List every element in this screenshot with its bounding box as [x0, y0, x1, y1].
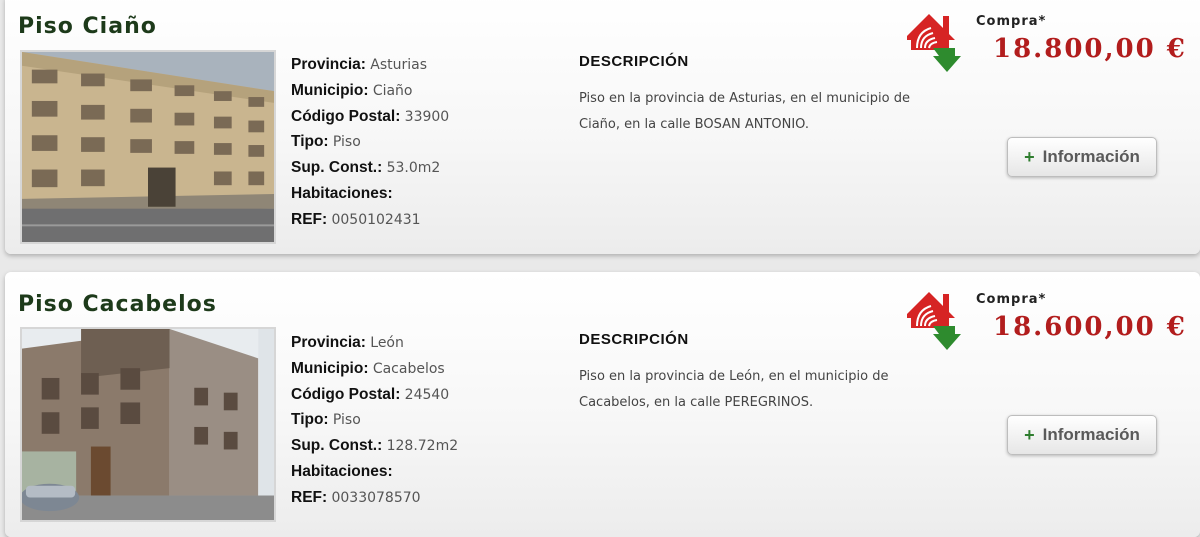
info-button-label: Información: [1042, 147, 1140, 166]
info-button-label: Información: [1042, 425, 1140, 444]
detail-sup-const: Sup. Const.: 128.72m2: [291, 433, 458, 459]
detail-codigo-postal: Código Postal: 24540: [291, 382, 458, 408]
property-title[interactable]: Piso Ciaño: [18, 14, 157, 39]
detail-municipio: Municipio: Cacabelos: [291, 356, 458, 382]
info-button[interactable]: + Información: [1007, 415, 1157, 455]
detail-label: Tipo:: [291, 133, 329, 151]
detail-label: Municipio:: [291, 81, 369, 99]
detail-codigo-postal: Código Postal: 33900: [291, 104, 449, 130]
detail-label: Provincia:: [291, 334, 366, 351]
plus-icon: +: [1024, 424, 1035, 445]
detail-label: REF:: [291, 210, 328, 228]
detail-habitaciones: Habitaciones:: [291, 459, 458, 485]
detail-value: 0033078570: [331, 489, 421, 506]
detail-label: Habitaciones:: [291, 462, 393, 480]
purchase-label: Compra*: [976, 292, 1047, 307]
property-photo[interactable]: [20, 327, 276, 522]
property-details: Provincia: León Municipio: Cacabelos Cód…: [291, 330, 458, 511]
price: 18.600,00 €: [993, 312, 1187, 342]
plus-icon: +: [1024, 146, 1035, 167]
detail-tipo: Tipo: Piso: [291, 129, 449, 155]
detail-value: Ciaño: [372, 82, 413, 99]
detail-provincia: Provincia: Asturias: [291, 52, 449, 78]
description-heading: DESCRIPCIÓN: [579, 331, 689, 348]
property-details: Provincia: Asturias Municipio: Ciaño Cód…: [291, 52, 449, 233]
detail-ref: REF: 0033078570: [291, 485, 458, 511]
detail-label: Código Postal:: [291, 385, 401, 403]
detail-value: Asturias: [370, 57, 428, 73]
property-title[interactable]: Piso Cacabelos: [18, 292, 217, 317]
detail-label: REF:: [291, 488, 328, 506]
detail-habitaciones: Habitaciones:: [291, 181, 449, 207]
house-arrows-logo-icon: [907, 292, 961, 350]
detail-label: Habitaciones:: [291, 184, 393, 202]
detail-label: Tipo:: [291, 411, 329, 429]
description-heading: DESCRIPCIÓN: [579, 53, 689, 70]
detail-label: Municipio:: [291, 359, 369, 377]
property-card: Piso Ciaño Provincia: Asturias Municipio…: [5, 0, 1200, 254]
detail-label: Sup. Const.:: [291, 437, 383, 455]
description-text: Piso en la provincia de León, en el muni…: [579, 369, 889, 410]
detail-value: Cacabelos: [372, 360, 445, 377]
building-photo-image: [22, 52, 274, 242]
detail-label: Código Postal:: [291, 107, 401, 125]
price: 18.800,00 €: [993, 34, 1187, 64]
detail-value: 128.72m2: [386, 438, 459, 455]
detail-value: 24540: [404, 386, 450, 403]
detail-tipo: Tipo: Piso: [291, 407, 458, 433]
detail-value: Piso: [332, 134, 361, 151]
detail-value: 0050102431: [331, 211, 421, 228]
description-text: Piso en la provincia de Asturias, en el …: [579, 91, 910, 132]
info-button[interactable]: + Información: [1007, 137, 1157, 177]
detail-value: Piso: [332, 412, 361, 429]
detail-value: 53.0m2: [386, 160, 441, 177]
property-photo[interactable]: [20, 50, 276, 244]
detail-ref: REF: 0050102431: [291, 207, 449, 233]
detail-value: León: [370, 335, 404, 351]
detail-provincia: Provincia: León: [291, 330, 458, 356]
building-photo-image: [22, 329, 274, 520]
detail-label: Provincia:: [291, 56, 366, 73]
detail-municipio: Municipio: Ciaño: [291, 78, 449, 104]
property-card: Piso Cacabelos Provincia: León Municipio…: [5, 272, 1200, 537]
house-arrows-logo-icon: [907, 14, 961, 72]
detail-sup-const: Sup. Const.: 53.0m2: [291, 155, 449, 181]
detail-value: 33900: [404, 108, 450, 125]
detail-label: Sup. Const.:: [291, 159, 383, 177]
purchase-label: Compra*: [976, 14, 1047, 29]
